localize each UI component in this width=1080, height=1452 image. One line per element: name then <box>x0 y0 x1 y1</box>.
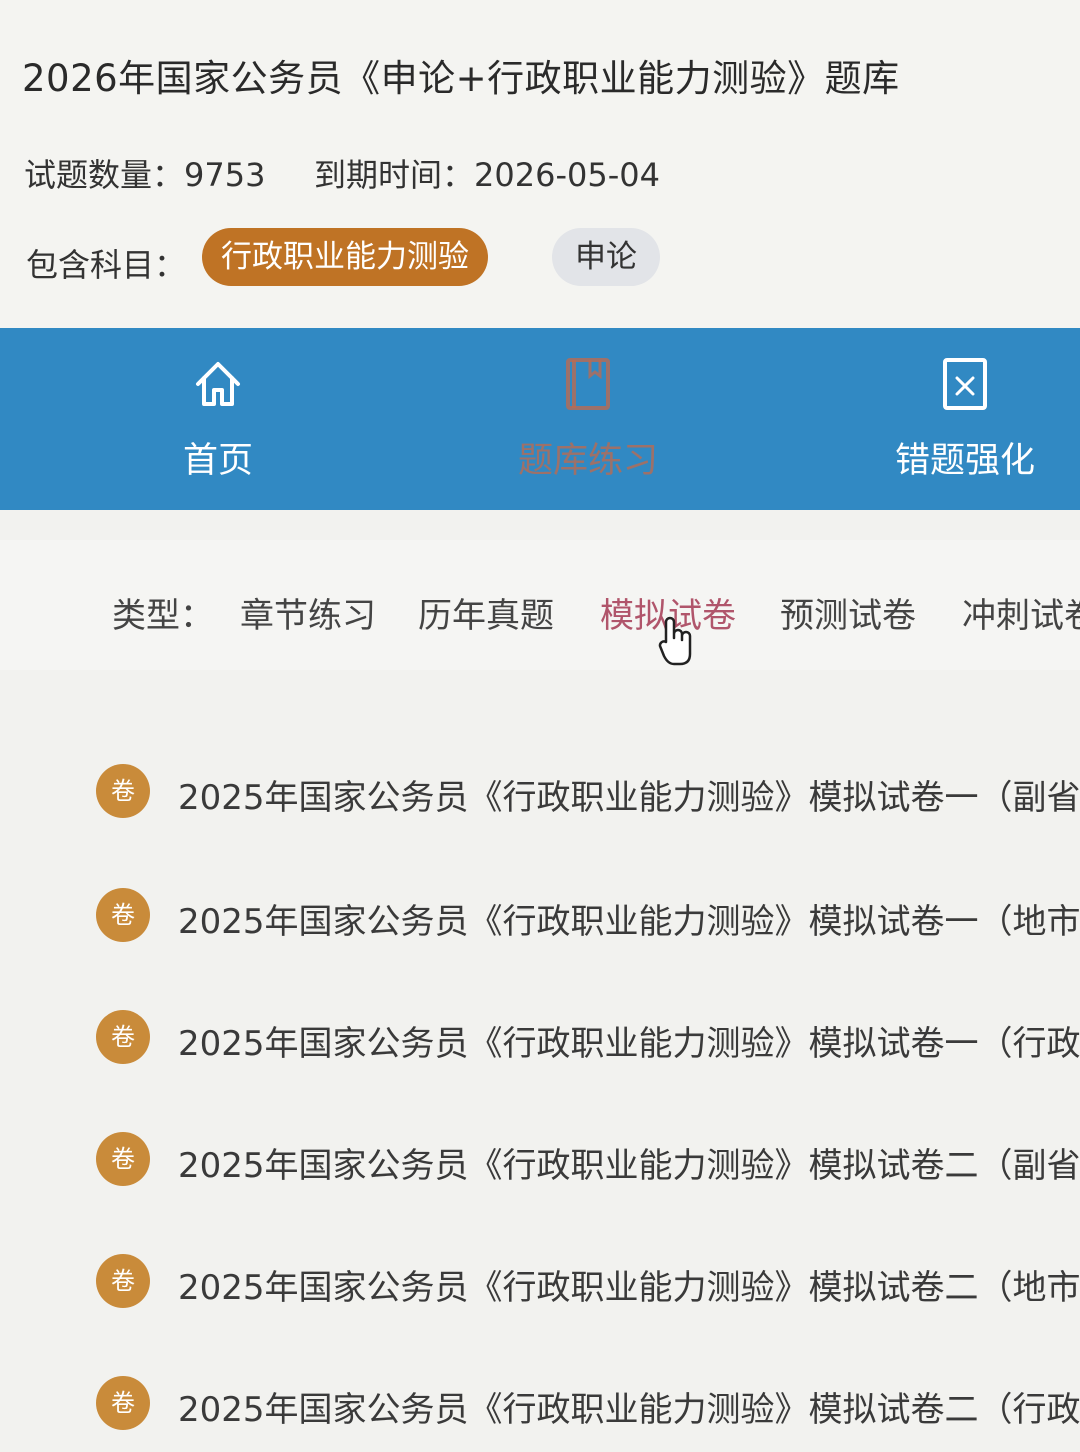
list-item[interactable]: 卷 2025年国家公务员《行政职业能力测验》模拟试卷一（副省 <box>0 740 1080 840</box>
paper-badge-icon: 卷 <box>96 1010 150 1064</box>
list-item[interactable]: 卷 2025年国家公务员《行政职业能力测验》模拟试卷一（地市 <box>0 864 1080 964</box>
type-option-past-papers[interactable]: 历年真题 <box>418 588 554 637</box>
question-count: 试题数量：9753 <box>24 156 266 194</box>
main-nav: 首页 题库练习 错题强化 <box>0 328 1080 510</box>
type-option-predict[interactable]: 预测试卷 <box>780 588 916 637</box>
paper-title[interactable]: 2025年国家公务员《行政职业能力测验》模拟试卷二（副省 <box>178 1138 1080 1187</box>
paper-title[interactable]: 2025年国家公务员《行政职业能力测验》模拟试卷一（副省 <box>178 770 1080 819</box>
bank-header: 2026年国家公务员《申论+行政职业能力测验》题库 试题数量：9753 到期时间… <box>0 0 1080 328</box>
list-item[interactable]: 卷 2025年国家公务员《行政职业能力测验》模拟试卷二（副省 <box>0 1108 1080 1208</box>
nav-wrong-label: 错题强化 <box>894 441 1035 481</box>
paper-badge-icon: 卷 <box>96 764 150 818</box>
nav-home[interactable]: 首页 <box>140 328 296 510</box>
subject-pill-xingce[interactable]: 行政职业能力测验 <box>202 228 488 286</box>
paper-title[interactable]: 2025年国家公务员《行政职业能力测验》模拟试卷二（地市 <box>178 1260 1080 1309</box>
type-option-chapter[interactable]: 章节练习 <box>240 588 376 637</box>
paper-badge-icon: 卷 <box>96 888 150 942</box>
nav-practice[interactable]: 题库练习 <box>498 328 678 510</box>
subjects-label: 包含科目： <box>26 246 187 284</box>
type-filter-bar: 类型： 章节练习 历年真题 模拟试卷 预测试卷 冲刺试卷 <box>0 540 1080 670</box>
book-icon <box>566 358 610 410</box>
nav-wrong[interactable]: 错题强化 <box>870 328 1060 510</box>
bank-title: 2026年国家公务员《申论+行政职业能力测验》题库 <box>22 57 900 100</box>
paper-title[interactable]: 2025年国家公务员《行政职业能力测验》模拟试卷一（行政 <box>178 1016 1080 1065</box>
paper-title[interactable]: 2025年国家公务员《行政职业能力测验》模拟试卷一（地市 <box>178 894 1080 943</box>
list-item[interactable]: 卷 2025年国家公务员《行政职业能力测验》模拟试卷二（地市 <box>0 1230 1080 1330</box>
paper-badge-icon: 卷 <box>96 1132 150 1186</box>
paper-badge-icon: 卷 <box>96 1376 150 1430</box>
home-icon <box>196 362 240 406</box>
list-item[interactable]: 卷 2025年国家公务员《行政职业能力测验》模拟试卷一（行政 <box>0 986 1080 1086</box>
list-item[interactable]: 卷 2025年国家公务员《行政职业能力测验》模拟试卷二（行政 <box>0 1352 1080 1452</box>
paper-badge-icon: 卷 <box>96 1254 150 1308</box>
nav-home-label: 首页 <box>182 441 253 481</box>
nav-practice-label: 题库练习 <box>517 441 658 481</box>
paper-title[interactable]: 2025年国家公务员《行政职业能力测验》模拟试卷二（行政 <box>178 1382 1080 1431</box>
type-option-sprint[interactable]: 冲刺试卷 <box>962 588 1080 637</box>
wrong-answer-icon <box>943 358 987 410</box>
expire-date: 到期时间：2026-05-04 <box>314 156 660 194</box>
type-label: 类型： <box>112 596 214 636</box>
hand-cursor-icon <box>658 616 692 666</box>
subject-pill-shenlun[interactable]: 申论 <box>552 228 660 286</box>
